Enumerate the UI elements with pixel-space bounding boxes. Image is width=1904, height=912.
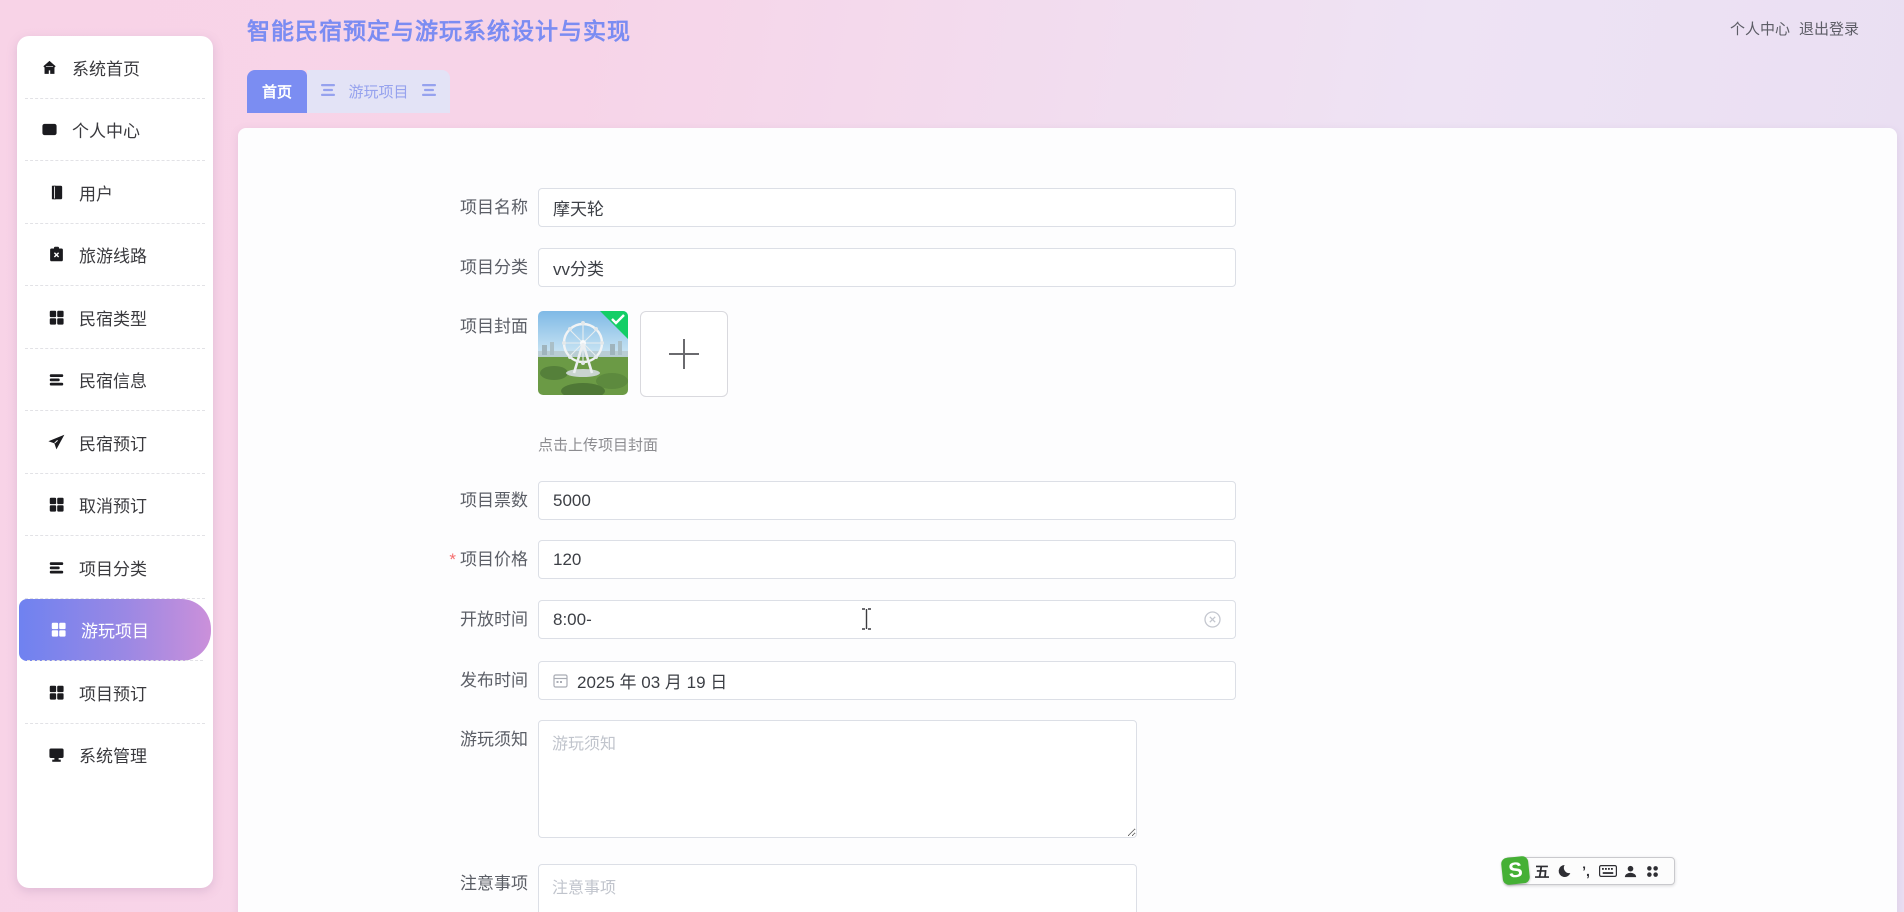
open-time-value: 8:00- xyxy=(553,609,592,629)
open-time-label: 开放时间 xyxy=(460,610,528,629)
cover-label: 项目封面 xyxy=(460,317,528,336)
sidebar-item-homestay-booking[interactable]: 民宿预订 xyxy=(17,411,213,474)
toolbox-icon[interactable] xyxy=(1643,864,1661,879)
attention-label: 注意事项 xyxy=(460,874,528,893)
tab-strip: 游玩项目 xyxy=(307,70,450,113)
sidebar-item-label: 系统管理 xyxy=(79,747,147,767)
publish-date-value: 2025 年 03 月 19 日 xyxy=(577,673,728,692)
sidebar-item-label: 旅游线路 xyxy=(79,247,147,267)
category-input[interactable] xyxy=(538,248,1236,287)
sidebar-item-user[interactable]: 用户 xyxy=(17,161,213,224)
tab-list-icon[interactable] xyxy=(422,83,437,100)
list-icon xyxy=(47,370,66,389)
sidebar-item-label: 取消预订 xyxy=(79,497,147,517)
tab-home[interactable]: 首页 xyxy=(247,70,307,113)
grid-icon xyxy=(47,683,66,702)
grid-icon xyxy=(47,308,66,327)
sidebar-item-play-project[interactable]: 游玩项目 xyxy=(19,598,211,661)
sidebar-item-project-booking[interactable]: 项目预订 xyxy=(17,661,213,724)
sidebar-item-label: 个人中心 xyxy=(72,122,140,142)
notice-textarea[interactable] xyxy=(538,720,1137,838)
sidebar-item-label: 项目分类 xyxy=(79,559,147,579)
text-cursor xyxy=(861,608,872,636)
app-window: 智能民宿预定与游玩系统设计与实现 个人中心 退出登录 系统首页 个人中心 用户 旅游线… xyxy=(0,0,1904,912)
sidebar-item-personal-center[interactable]: 个人中心 xyxy=(17,99,213,162)
plus-icon xyxy=(669,339,699,369)
account-icon[interactable] xyxy=(1621,864,1639,879)
topbar-links: 个人中心 退出登录 xyxy=(1730,18,1859,39)
sidebar-item-homestay-type[interactable]: 民宿类型 xyxy=(17,286,213,349)
clear-input-icon[interactable] xyxy=(1204,611,1221,628)
sidebar-item-travel-route[interactable]: 旅游线路 xyxy=(17,224,213,287)
sidebar-item-label: 游玩项目 xyxy=(81,622,149,642)
tab-home-label: 首页 xyxy=(261,84,292,101)
name-label: 项目名称 xyxy=(460,198,528,217)
sidebar-item-system-management[interactable]: 系统管理 xyxy=(17,724,213,787)
sidebar-item-label: 民宿预订 xyxy=(79,434,147,454)
open-time-input[interactable]: 8:00- xyxy=(538,600,1236,639)
required-asterisk: * xyxy=(449,550,456,569)
punctuation-icon[interactable]: ’, xyxy=(1577,863,1595,879)
sidebar-item-label: 用户 xyxy=(79,184,113,204)
tickets-input[interactable] xyxy=(538,481,1236,520)
home-icon xyxy=(40,58,59,77)
sidebar-item-project-category[interactable]: 项目分类 xyxy=(17,536,213,599)
ime-toolbar: S 五 ’, xyxy=(1500,855,1675,885)
sogou-logo-icon[interactable]: S xyxy=(1500,855,1531,885)
sidebar-menu: 系统首页个人中心用户旅游线路民宿类型民宿信息民宿预订取消预订项目分类游玩项目项目… xyxy=(17,36,213,786)
upload-hint: 点击上传项目封面 xyxy=(538,437,659,454)
calendar-icon xyxy=(553,673,568,688)
list-icon xyxy=(47,558,66,577)
page-title: 智能民宿预定与游玩系统设计与实现 xyxy=(247,18,631,44)
cover-thumbnail[interactable] xyxy=(538,311,628,395)
logout-link[interactable]: 退出登录 xyxy=(1799,18,1859,39)
tab-bar: 首页 游玩项目 xyxy=(247,70,450,113)
wubi-mode-label[interactable]: 五 xyxy=(1533,861,1551,882)
clipboard-icon xyxy=(47,245,66,264)
sidebar-item-system-home[interactable]: 系统首页 xyxy=(17,36,213,99)
soft-keyboard-icon[interactable] xyxy=(1599,864,1617,878)
monitor-icon xyxy=(47,745,66,764)
publish-date-input[interactable]: 2025 年 03 月 19 日 xyxy=(538,661,1236,700)
sidebar: 系统首页个人中心用户旅游线路民宿类型民宿信息民宿预订取消预订项目分类游玩项目项目… xyxy=(17,36,213,888)
name-input[interactable] xyxy=(538,188,1236,227)
price-label: * 项目价格 xyxy=(449,550,528,569)
sidebar-item-label: 民宿信息 xyxy=(79,372,147,392)
sidebar-item-cancel-booking[interactable]: 取消预订 xyxy=(17,474,213,537)
grid-icon xyxy=(49,620,68,639)
notice-label: 游玩须知 xyxy=(460,730,528,749)
personal-center-link[interactable]: 个人中心 xyxy=(1730,18,1790,39)
night-mode-icon[interactable] xyxy=(1555,863,1573,879)
sidebar-item-label: 系统首页 xyxy=(72,59,140,79)
tab-list-icon[interactable] xyxy=(320,83,335,100)
id-card-icon xyxy=(40,120,59,139)
sidebar-item-label: 民宿类型 xyxy=(79,309,147,329)
send-icon xyxy=(47,433,66,452)
content-card: 项目名称 项目分类 项目封面 xyxy=(238,128,1897,912)
price-input[interactable] xyxy=(538,540,1236,579)
sidebar-item-label: 项目预订 xyxy=(79,684,147,704)
upload-cover-button[interactable] xyxy=(640,311,728,397)
sidebar-item-homestay-info[interactable]: 民宿信息 xyxy=(17,349,213,412)
tab-play-project[interactable]: 游玩项目 xyxy=(348,81,408,102)
category-label: 项目分类 xyxy=(460,258,528,277)
publish-date-label: 发布时间 xyxy=(460,671,528,690)
book-icon xyxy=(47,183,66,202)
grid-icon xyxy=(47,495,66,514)
tickets-label: 项目票数 xyxy=(460,491,528,510)
attention-textarea[interactable] xyxy=(538,864,1137,912)
ferris-wheel-photo xyxy=(538,311,628,395)
